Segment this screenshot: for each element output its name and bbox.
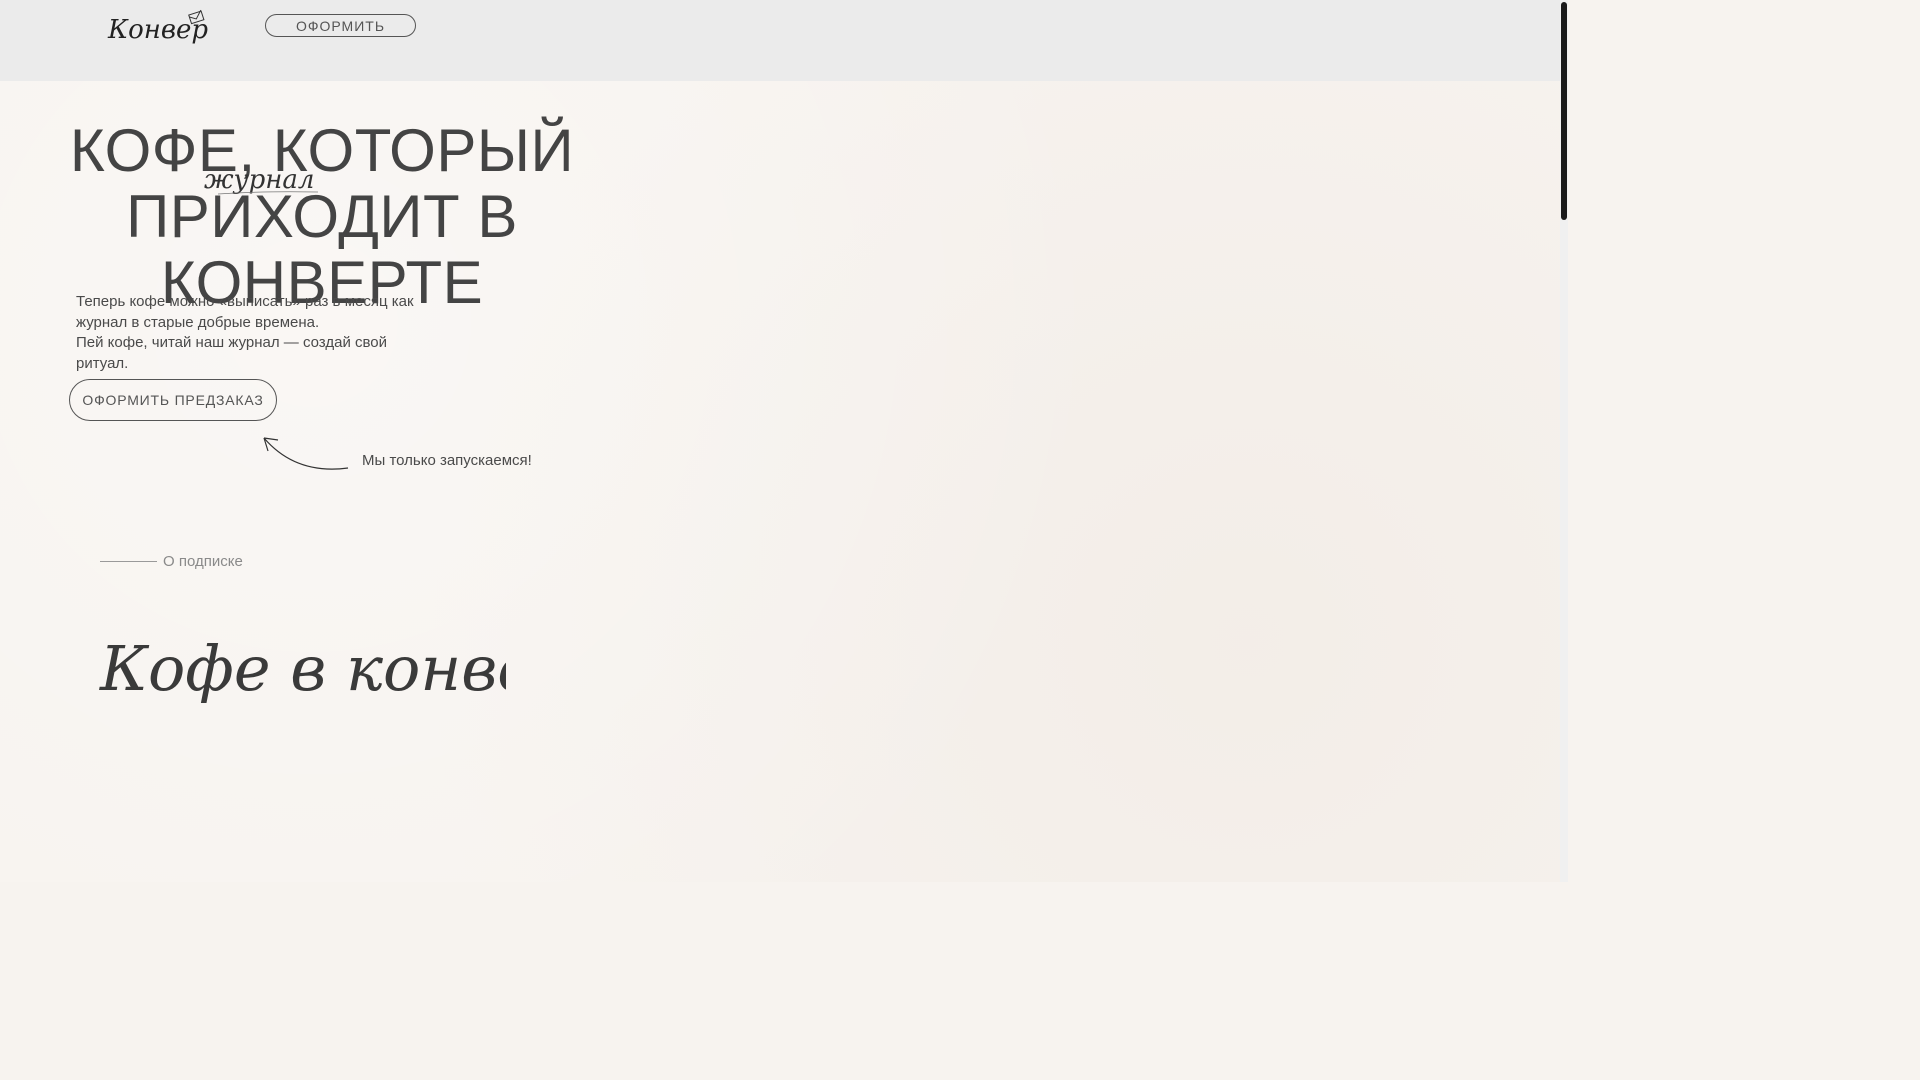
- curved-arrow-icon: [263, 437, 349, 470]
- hero-description: Теперь кофе можно «выписать» раз в месяц…: [76, 292, 426, 374]
- journal-script-text: журнал: [204, 165, 314, 195]
- section-label: О подписке: [163, 553, 243, 570]
- hero-title-line2: ПРИХОДИТ В: [126, 183, 518, 250]
- logo-text: Конверт: [107, 15, 210, 45]
- header-subscribe-button[interactable]: ОФОРМИТЬ: [265, 14, 416, 37]
- site-header: Конверт ОФОРМИТЬ: [0, 0, 1560, 81]
- launch-note: Мы только запускаемся!: [362, 452, 532, 469]
- hero-paragraph-1: Теперь кофе можно «выписать» раз в месяц…: [76, 293, 414, 331]
- script-heading: Кофе в конверте: [99, 632, 506, 705]
- preorder-button[interactable]: ОФОРМИТЬ ПРЕДЗАКАЗ: [69, 379, 277, 421]
- journal-script-word: журнал: [204, 165, 319, 195]
- brand-logo[interactable]: Конверт: [106, 8, 210, 52]
- hero-title: КОФЕ, КОТОРЫЙ ПРИХОДИТ В КОНВЕРТЕ: [62, 118, 582, 316]
- hero-title-line1: КОФЕ, КОТОРЫЙ: [69, 117, 575, 184]
- section-divider: [100, 561, 157, 562]
- scrollbar-thumb[interactable]: [1561, 2, 1567, 220]
- hero-paragraph-2: Пей кофе, читай наш журнал — создай свой…: [76, 334, 388, 372]
- script-heading-text: Кофе в конверте: [99, 632, 506, 705]
